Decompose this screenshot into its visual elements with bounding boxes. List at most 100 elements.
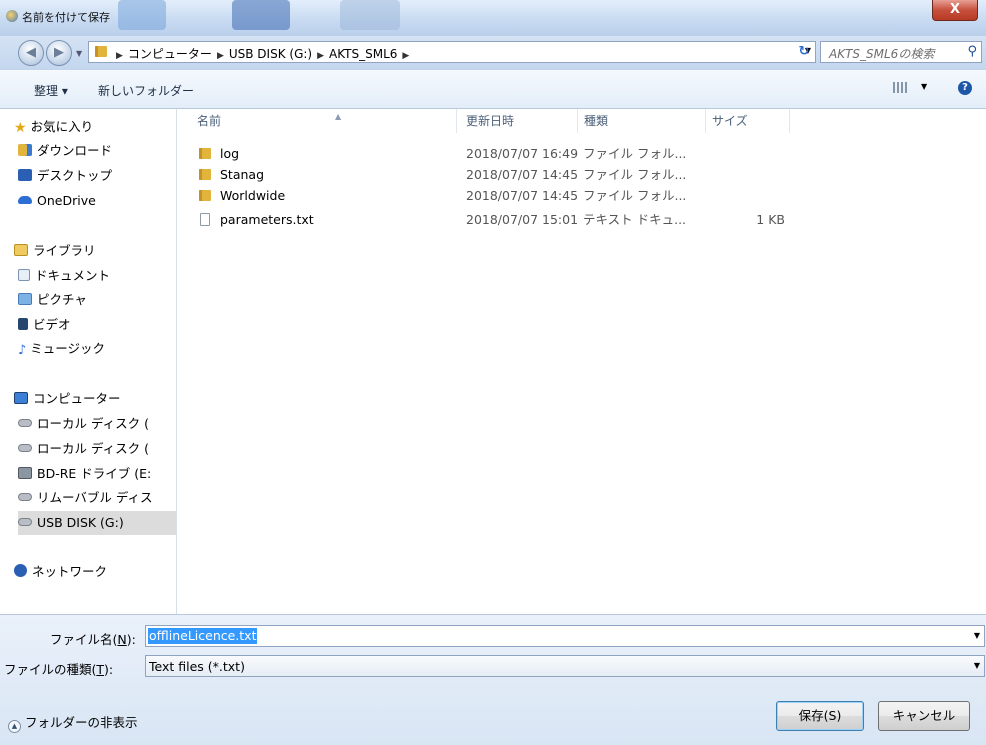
title-decoration (118, 0, 166, 30)
computer-icon (14, 392, 28, 404)
title-bar: 名前を付けて保存 X (0, 0, 986, 36)
window-title: 名前を付けて保存 (22, 11, 110, 24)
hide-folders-label: フォルダーの非表示 (25, 715, 138, 730)
file-type: ファイル フォル... (583, 167, 687, 182)
folder-icon (95, 46, 107, 57)
table-row[interactable]: parameters.txt 2018/07/07 15:01 テキスト ドキュ… (177, 210, 986, 230)
text-file-icon (200, 213, 210, 226)
breadcrumb-item[interactable]: コンピューター (128, 47, 212, 61)
chevron-down-icon[interactable]: ▼ (921, 82, 927, 91)
sort-ascending-icon: ▲ (335, 112, 342, 121)
breadcrumb-separator-icon[interactable]: ▶ (217, 51, 224, 61)
navigation-bar: ◀ ▶ ▼ ▶ コンピューター ▶ USB DISK (G:) ▶ AKTS_SML6 ▶ … (0, 36, 986, 70)
chevron-up-icon: ▲ (8, 720, 21, 733)
close-button[interactable]: X (932, 0, 978, 21)
sidebar-item-onedrive[interactable]: OneDrive (18, 189, 96, 213)
sidebar-item-local-disk-1[interactable]: ローカル ディスク ( (18, 412, 149, 436)
sidebar-item-documents[interactable]: ドキュメント (18, 264, 110, 288)
sidebar-item-favorites[interactable]: ★ お気に入り (14, 115, 93, 139)
breadcrumb-separator-icon[interactable]: ▶ (116, 51, 123, 61)
sidebar-item-label: ネットワーク (32, 564, 108, 579)
filetype-value: Text files (*.txt) (149, 659, 245, 674)
sidebar-item-usb-disk[interactable]: USB DISK (G:) (18, 511, 124, 535)
sidebar-item-label: デスクトップ (37, 168, 113, 183)
breadcrumb-item[interactable]: AKTS_SML6 (329, 47, 397, 61)
breadcrumb-separator-icon[interactable]: ▶ (317, 51, 324, 61)
views-icon[interactable] (893, 82, 907, 93)
column-header-label: 名前 (197, 114, 222, 128)
file-name: Worldwide (220, 188, 286, 203)
file-name: parameters.txt (220, 212, 314, 227)
column-header-size[interactable]: サイズ (706, 109, 790, 133)
breadcrumb-separator-icon[interactable]: ▶ (402, 51, 409, 61)
star-icon: ★ (14, 120, 27, 136)
search-input[interactable]: AKTS_SML6の検索 ⚲ (820, 41, 982, 63)
sidebar-item-videos[interactable]: ビデオ (18, 313, 71, 337)
file-type: ファイル フォル... (583, 146, 687, 161)
table-row[interactable]: Worldwide 2018/07/07 14:45 ファイル フォル... (177, 186, 986, 206)
title-decoration (232, 0, 290, 30)
file-type: テキスト ドキュ... (583, 212, 687, 227)
sidebar-item-computer[interactable]: コンピューター (14, 387, 121, 411)
sidebar-item-downloads[interactable]: ダウンロード (18, 139, 112, 163)
column-header-name[interactable]: 名前 ▲ (191, 109, 457, 133)
sidebar-item-label: USB DISK (G:) (37, 515, 124, 530)
sidebar-item-pictures[interactable]: ピクチャ (18, 288, 87, 312)
column-header-modified[interactable]: 更新日時 (460, 109, 578, 133)
file-name: Stanag (220, 167, 265, 182)
cloud-icon (18, 196, 32, 204)
sidebar-item-label: ローカル ディスク ( (37, 441, 149, 456)
forward-button[interactable]: ▶ (46, 40, 72, 66)
library-icon (14, 244, 28, 256)
file-name: log (220, 146, 240, 161)
breadcrumb-item[interactable]: USB DISK (G:) (229, 47, 312, 61)
help-icon[interactable]: ? (958, 81, 972, 95)
save-button[interactable]: 保存(S) (776, 701, 864, 731)
sidebar-item-label: コンピューター (33, 391, 121, 406)
new-folder-button[interactable]: 新しいフォルダー (98, 82, 194, 99)
file-modified: 2018/07/07 15:01 (466, 212, 579, 227)
usb-disk-icon (18, 518, 32, 526)
sidebar-item-label: ミュージック (30, 341, 106, 356)
network-icon (14, 564, 27, 577)
cancel-button[interactable]: キャンセル (878, 701, 970, 731)
recent-pages-dropdown-icon[interactable]: ▼ (76, 49, 82, 58)
filename-value: offlineLicence.txt (148, 628, 258, 644)
sidebar-item-label: ローカル ディスク ( (37, 416, 149, 431)
chevron-down-icon[interactable]: ▼ (974, 631, 980, 640)
document-icon (18, 269, 30, 281)
hide-folders-toggle[interactable]: ▲ フォルダーの非表示 (8, 712, 138, 733)
hard-disk-icon (18, 419, 32, 427)
address-bar[interactable]: ▶ コンピューター ▶ USB DISK (G:) ▶ AKTS_SML6 ▶ ▼ (88, 41, 816, 63)
sidebar-item-removable-disk[interactable]: リムーバブル ディス (18, 486, 152, 510)
search-placeholder: AKTS_SML6の検索 (829, 47, 935, 61)
refresh-icon[interactable]: ↻ (794, 44, 814, 62)
sidebar-item-label: ドキュメント (35, 268, 111, 283)
sidebar-item-network[interactable]: ネットワーク (14, 560, 107, 584)
sidebar-item-libraries[interactable]: ライブラリ (14, 239, 96, 263)
sidebar-item-label: BD-RE ドライブ (E: (37, 466, 152, 481)
column-header-label: 種類 (584, 114, 609, 128)
search-icon[interactable]: ⚲ (967, 44, 977, 59)
file-type: ファイル フォル... (583, 188, 687, 203)
sidebar-item-label: OneDrive (37, 193, 96, 208)
table-row[interactable]: log 2018/07/07 16:49 ファイル フォル... (177, 144, 986, 164)
table-row[interactable]: Stanag 2018/07/07 14:45 ファイル フォル... (177, 165, 986, 185)
column-header-type[interactable]: 種類 (578, 109, 706, 133)
folder-icon (199, 148, 211, 159)
sidebar-item-label: お気に入り (30, 119, 94, 134)
app-icon (6, 10, 18, 22)
file-modified: 2018/07/07 14:45 (466, 167, 579, 182)
hard-disk-icon (18, 444, 32, 452)
chevron-down-icon[interactable]: ▼ (974, 661, 980, 670)
filetype-select[interactable]: Text files (*.txt) ▼ (145, 655, 985, 677)
organize-button[interactable]: 整理 ▾ (34, 82, 68, 99)
sidebar-item-music[interactable]: ♪ ミュージック (18, 337, 105, 361)
title-decoration (340, 0, 400, 30)
column-header-label: 更新日時 (466, 114, 515, 128)
sidebar-item-bd-drive[interactable]: BD-RE ドライブ (E: (18, 462, 151, 486)
filename-field[interactable]: offlineLicence.txt ▼ (145, 625, 985, 647)
sidebar-item-local-disk-2[interactable]: ローカル ディスク ( (18, 437, 149, 461)
back-button[interactable]: ◀ (18, 40, 44, 66)
sidebar-item-desktop[interactable]: デスクトップ (18, 164, 112, 188)
